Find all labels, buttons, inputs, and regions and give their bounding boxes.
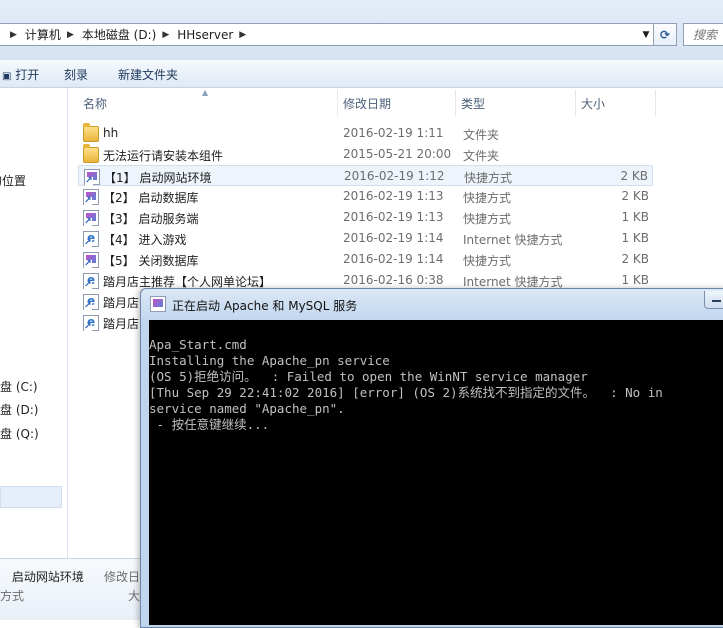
column-header-name[interactable]: 名称 (78, 90, 338, 116)
nav-item-drive-q[interactable]: 盘 (Q:) (0, 425, 39, 442)
refresh-icon: ⟳ (659, 27, 671, 42)
new-folder-button[interactable]: 新建文件夹 (118, 66, 178, 83)
shortcut-icon (84, 169, 100, 186)
console-line: Installing the Apache_pn service (149, 353, 390, 368)
file-row[interactable]: 【2】 启动数据库 2016-02-19 1:13 快捷方式 2 KB (78, 186, 653, 207)
console-title-bar[interactable]: 正在启动 Apache 和 MySQL 服务 (141, 289, 723, 319)
file-row[interactable]: 【4】 进入游戏 2016-02-19 1:14 Internet 快捷方式 1… (78, 228, 653, 249)
breadcrumb-hhserver[interactable]: HHserver ▶ (173, 24, 250, 45)
breadcrumb-arrow-start[interactable]: ▶ (0, 24, 21, 45)
nav-item-drive-c[interactable]: 盘 (C:) (0, 378, 38, 395)
internet-shortcut-icon (83, 315, 99, 332)
shortcut-icon (83, 210, 99, 227)
address-bar[interactable]: ▶ 计算机 ▶ 本地磁盘 (D:) ▶ HHserver ▶ ▼ (0, 23, 655, 46)
breadcrumb-drive-d[interactable]: 本地磁盘 (D:) ▶ (78, 24, 173, 45)
breadcrumb-computer[interactable]: 计算机 ▶ (21, 24, 78, 45)
details-size-label: 大 (128, 589, 141, 603)
shortcut-icon (83, 252, 99, 269)
console-output[interactable]: Apa_Start.cmd Installing the Apache_pn s… (149, 320, 723, 625)
search-input[interactable]: 搜索 (683, 23, 723, 46)
address-history-dropdown[interactable]: ▼ (638, 24, 654, 45)
burn-button[interactable]: 刻录 (64, 66, 88, 83)
command-toolbar: ▣ 打开 刻录 新建文件夹 (0, 60, 723, 88)
folder-icon (83, 123, 99, 142)
file-row[interactable]: hh 2016-02-19 1:11 文件夹 (78, 123, 653, 144)
internet-shortcut-icon (83, 294, 99, 311)
file-row[interactable]: 无法运行请安装本组件 2015-05-21 20:00 文件夹 (78, 144, 653, 165)
internet-shortcut-icon (83, 273, 99, 290)
open-button[interactable]: ▣ 打开 (2, 66, 39, 83)
minimize-button[interactable] (704, 291, 723, 309)
details-modified-label: 修改日 (104, 570, 141, 584)
console-line: Apa_Start.cmd (149, 337, 247, 352)
details-type-value: 方式 (0, 589, 25, 603)
console-title: 正在启动 Apache 和 MySQL 服务 (172, 299, 358, 313)
column-header-date[interactable]: 修改日期 (338, 90, 456, 116)
console-line: [Thu Sep 29 22:41:02 2016] [error] (OS 2… (149, 385, 663, 400)
chevron-down-icon: ▼ (642, 29, 650, 40)
file-row[interactable]: 【3】 启动服务端 2016-02-19 1:13 快捷方式 1 KB (78, 207, 653, 228)
console-app-icon (150, 296, 166, 312)
refresh-button[interactable]: ⟳ (653, 23, 677, 46)
details-pane: 】 启动网站环境 修改日 方式 大 (0, 558, 142, 620)
console-line: (OS 5)拒绝访问。 : Failed to open the WinNT s… (149, 369, 588, 384)
internet-shortcut-icon (83, 231, 99, 248)
column-header-type[interactable]: 类型 (456, 90, 576, 116)
open-icon: ▣ (2, 71, 12, 82)
navigation-pane: 的位置 盘 (C:) 盘 (D:) 盘 (Q:) (0, 88, 68, 558)
console-window[interactable]: 正在启动 Apache 和 MySQL 服务 Apa_Start.cmd Ins… (140, 288, 723, 628)
nav-item-recent-places[interactable]: 的位置 (0, 172, 26, 189)
file-row[interactable]: 【5】 关闭数据库 2016-02-19 1:14 快捷方式 2 KB (78, 249, 653, 270)
details-file-name: 】 启动网站环境 (0, 570, 84, 584)
nav-item-drive-d[interactable]: 盘 (D:) (0, 401, 38, 418)
console-line: service named "Apache_pn". (149, 401, 345, 416)
folder-icon (83, 144, 99, 163)
shortcut-icon (83, 189, 99, 206)
nav-selection-highlight (0, 486, 62, 508)
console-line: - 按任意键继续... (149, 417, 270, 432)
file-row-selected[interactable]: 【1】 启动网站环境 2016-02-19 1:12 快捷方式 2 KB (78, 165, 653, 186)
column-header-size[interactable]: 大小 (576, 90, 656, 116)
